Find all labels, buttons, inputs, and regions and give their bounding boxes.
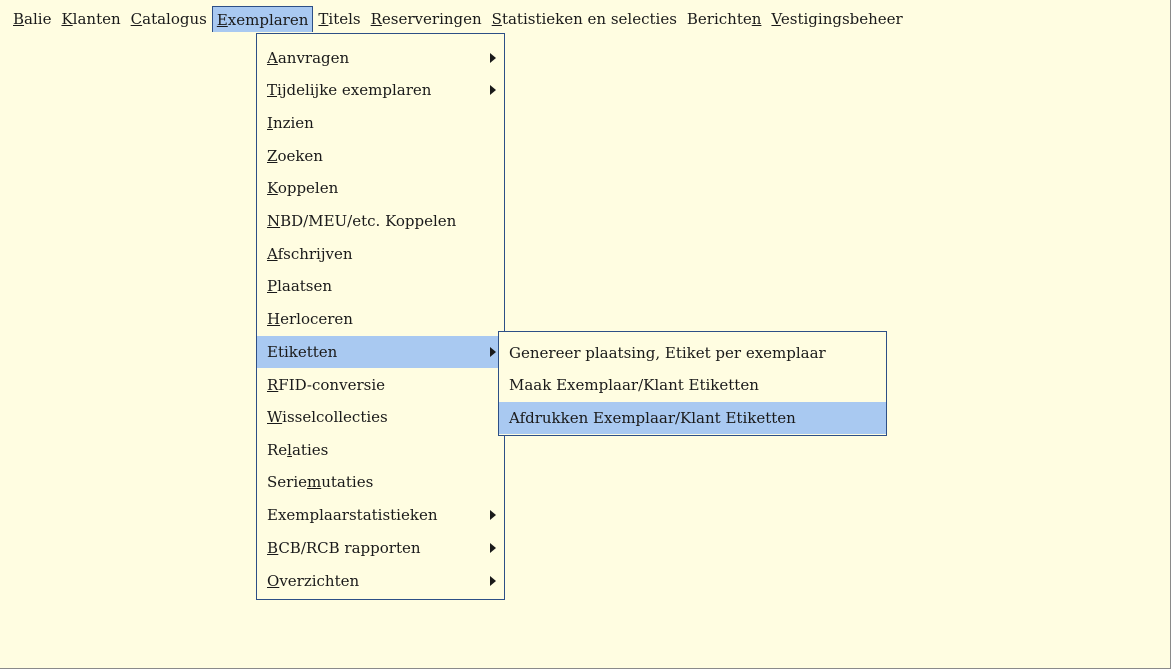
menu-item-koppelen-label: Koppelen [267,179,339,197]
submenu-arrow-icon [490,576,496,586]
menu-item-rfid-conversie[interactable]: RFID-conversie [257,369,504,401]
submenu-arrow-icon [490,543,496,553]
menu-item-zoeken-label: Zoeken [267,147,323,165]
submenu-item-genereer-plaatsing[interactable]: Genereer plaatsing, Etiket per exemplaar [499,337,886,369]
menu-item-exemplaarstatistieken-label: Exemplaarstatistieken [267,506,438,524]
menu-berichten[interactable]: Berichten [682,6,767,32]
menu-bar: Balie Klanten Catalogus Exemplaren Titel… [8,6,908,32]
submenu-item-maak-etiketten[interactable]: Maak Exemplaar/Klant Etiketten [499,369,886,401]
submenu-arrow-icon [490,85,496,95]
menu-item-herloceren-label: Herloceren [267,310,353,328]
menu-item-bcb-rcb-rapporten[interactable]: BCB/RCB rapporten [257,532,504,564]
app-window: Balie Klanten Catalogus Exemplaren Titel… [0,0,1171,669]
menu-item-aanvragen[interactable]: Aanvragen [257,42,504,74]
menu-catalogus-label: Catalogus [130,10,207,28]
exemplaren-dropdown-menu: Aanvragen Tijdelijke exemplaren Inzien Z… [256,33,505,600]
menu-statistieken-label: Statistieken en selecties [491,10,677,28]
menu-item-afschrijven[interactable]: Afschrijven [257,238,504,270]
submenu-item-afdrukken-etiketten[interactable]: Afdrukken Exemplaar/Klant Etiketten [499,402,886,434]
menu-item-exemplaarstatistieken[interactable]: Exemplaarstatistieken [257,499,504,531]
menu-item-herloceren[interactable]: Herloceren [257,303,504,335]
menu-item-zoeken[interactable]: Zoeken [257,140,504,172]
menu-klanten[interactable]: Klanten [56,6,125,32]
menu-exemplaren[interactable]: Exemplaren [211,6,314,32]
menu-item-relaties[interactable]: Relaties [257,434,504,466]
menu-item-overzichten[interactable]: Overzichten [257,565,504,597]
menu-item-nbd-meu-koppelen-label: NBD/MEU/etc. Koppelen [267,212,457,230]
menu-item-tijdelijke-exemplaren-label: Tijdelijke exemplaren [267,81,432,99]
menu-item-nbd-meu-koppelen[interactable]: NBD/MEU/etc. Koppelen [257,205,504,237]
menu-balie-label: Balie [13,10,52,28]
submenu-arrow-icon [490,510,496,520]
submenu-arrow-icon [490,53,496,63]
menu-item-seriemutaties-label: Seriemutaties [267,473,374,491]
submenu-arrow-icon [490,347,496,357]
menu-statistieken-en-selecties[interactable]: Statistieken en selecties [487,6,682,32]
menu-item-etiketten-label: Etiketten [267,343,338,361]
menu-item-tijdelijke-exemplaren[interactable]: Tijdelijke exemplaren [257,74,504,106]
menu-catalogus[interactable]: Catalogus [126,6,212,32]
etiketten-submenu: Genereer plaatsing, Etiket per exemplaar… [498,331,887,436]
menu-item-inzien-label: Inzien [267,114,314,132]
submenu-item-maak-etiketten-label: Maak Exemplaar/Klant Etiketten [509,376,759,394]
menu-item-wisselcollecties-label: Wisselcollecties [267,408,388,426]
menu-klanten-label: Klanten [61,10,121,28]
menu-vestigingsbeheer[interactable]: Vestigingsbeheer [766,6,907,32]
menu-item-relaties-label: Relaties [267,441,329,459]
menu-exemplaren-label: Exemplaren [216,10,309,29]
menu-balie[interactable]: Balie [8,6,56,32]
menu-reserveringen-label: Reserveringen [370,10,482,28]
menu-item-wisselcollecties[interactable]: Wisselcollecties [257,401,504,433]
menu-item-overzichten-label: Overzichten [267,572,360,590]
menu-item-plaatsen[interactable]: Plaatsen [257,270,504,302]
menu-berichten-label: Berichten [686,10,762,28]
menu-item-etiketten[interactable]: Etiketten [257,336,504,368]
submenu-item-afdrukken-etiketten-label: Afdrukken Exemplaar/Klant Etiketten [509,409,796,427]
submenu-item-genereer-plaatsing-label: Genereer plaatsing, Etiket per exemplaar [509,344,826,362]
menu-item-seriemutaties[interactable]: Seriemutaties [257,466,504,498]
menu-item-inzien[interactable]: Inzien [257,107,504,139]
menu-titels-label: Titels [318,10,361,28]
menu-item-aanvragen-label: Aanvragen [267,49,350,67]
menu-item-bcb-rcb-rapporten-label: BCB/RCB rapporten [267,539,421,557]
menu-item-rfid-conversie-label: RFID-conversie [267,376,385,394]
menu-item-koppelen[interactable]: Koppelen [257,172,504,204]
menu-vestigingsbeheer-label: Vestigingsbeheer [771,10,903,28]
menu-item-afschrijven-label: Afschrijven [267,245,353,263]
menu-titels[interactable]: Titels [313,6,365,32]
menu-reserveringen[interactable]: Reserveringen [366,6,487,32]
menu-item-plaatsen-label: Plaatsen [267,277,333,295]
